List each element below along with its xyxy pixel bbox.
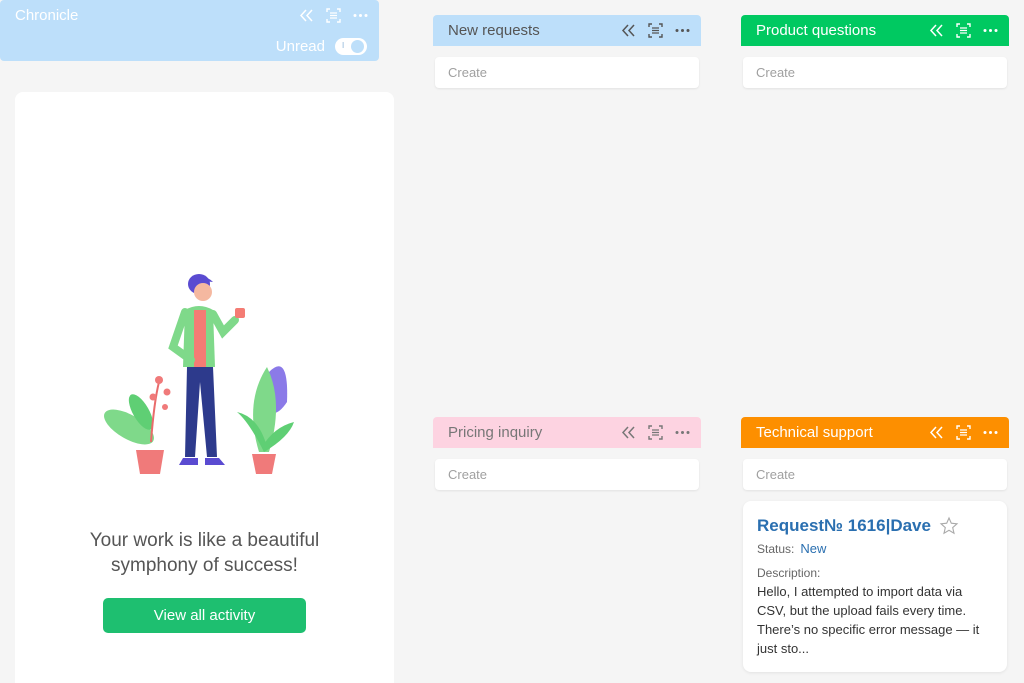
more-icon[interactable] — [352, 7, 369, 24]
create-input-technical-support[interactable]: Create — [743, 459, 1007, 490]
column-title: Product questions — [756, 22, 877, 39]
create-input-new-requests[interactable]: Create — [435, 57, 699, 88]
column-header-new-requests: New requests — [433, 15, 701, 46]
column-title: Pricing inquiry — [448, 424, 543, 441]
scan-icon[interactable] — [325, 7, 342, 24]
create-input-product-questions[interactable]: Create — [743, 57, 1007, 88]
column-title: Technical support — [756, 424, 873, 441]
toggle-mark-icon: I — [342, 40, 345, 50]
column-header-technical-support: Technical support — [741, 417, 1009, 448]
card-title[interactable]: Request№ 1616|Dave — [757, 516, 931, 536]
unread-label: Unread — [275, 37, 325, 55]
scan-icon[interactable] — [955, 22, 972, 39]
chronicle-panel: Your work is like a beautiful symphony o… — [15, 92, 394, 683]
collapse-icon[interactable] — [928, 424, 945, 441]
status-line: Status: New — [757, 541, 993, 556]
empty-state-message: Your work is like a beautiful symphony o… — [89, 530, 320, 576]
unread-toggle[interactable]: I — [335, 37, 367, 55]
empty-state-illustration — [104, 274, 294, 474]
more-icon[interactable] — [982, 424, 999, 441]
chronicle-title: Chronicle — [15, 7, 79, 24]
collapse-icon[interactable] — [928, 22, 945, 39]
column-title: New requests — [448, 22, 540, 39]
request-card[interactable]: Request№ 1616|Dave Status: New Descriptio… — [743, 501, 1007, 672]
star-icon[interactable] — [939, 516, 959, 536]
collapse-icon[interactable] — [620, 22, 637, 39]
chronicle-header: Chronicle Unread I — [0, 0, 379, 61]
scan-icon[interactable] — [647, 22, 664, 39]
column-header-product-questions: Product questions — [741, 15, 1009, 46]
description-label: Description: — [757, 566, 821, 580]
status-label: Status: — [757, 542, 795, 556]
description-text: Hello, I attempted to import data via CS… — [757, 584, 980, 656]
status-value[interactable]: New — [800, 541, 826, 556]
toggle-knob — [351, 39, 364, 53]
collapse-icon[interactable] — [298, 7, 315, 24]
collapse-icon[interactable] — [620, 424, 637, 441]
more-icon[interactable] — [674, 22, 691, 39]
view-all-activity-button[interactable]: View all activity — [103, 598, 306, 633]
scan-icon[interactable] — [955, 424, 972, 441]
create-input-pricing-inquiry[interactable]: Create — [435, 459, 699, 490]
scan-icon[interactable] — [647, 424, 664, 441]
more-icon[interactable] — [982, 22, 999, 39]
more-icon[interactable] — [674, 424, 691, 441]
column-header-pricing-inquiry: Pricing inquiry — [433, 417, 701, 448]
